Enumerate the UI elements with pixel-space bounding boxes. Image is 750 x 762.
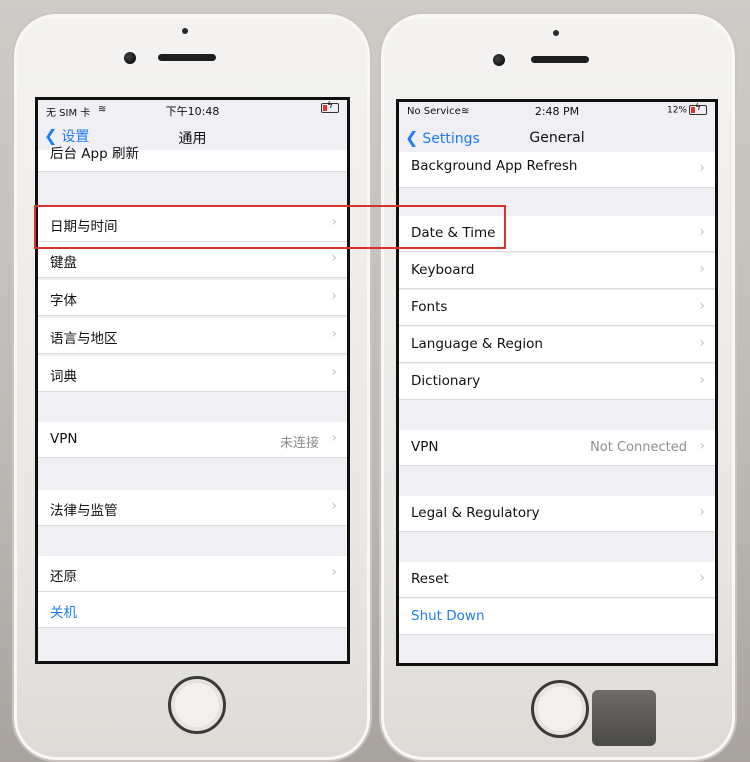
home-button[interactable] <box>531 680 589 738</box>
chevron-right-icon: › <box>331 564 337 580</box>
earpiece-speaker <box>531 56 589 63</box>
row-label: Language & Region <box>411 336 543 352</box>
list-item-dictionary[interactable]: Dictionary › <box>399 364 715 400</box>
row-label: VPN <box>50 431 78 447</box>
chevron-right-icon: › <box>331 250 337 266</box>
list-item-shutdown[interactable]: 关机 <box>38 592 347 628</box>
status-time: 下午10:48 <box>165 105 220 118</box>
left-screen: 无 SIM 卡 ≋ 下午10:48 ϟ ❮ 设置 通用 后台 App 刷新 日期与… <box>35 97 350 664</box>
battery-icon: ϟ <box>319 101 339 114</box>
chevron-right-icon: › <box>331 326 337 342</box>
front-camera <box>124 52 136 64</box>
chevron-right-icon: › <box>699 335 705 351</box>
row-label: 字体 <box>50 293 77 309</box>
row-label: VPN <box>411 439 439 455</box>
list-item-legal[interactable]: Legal & Regulatory › <box>399 496 715 532</box>
battery-status: 12% ϟ <box>666 103 707 116</box>
chevron-right-icon: › <box>699 570 705 586</box>
list-item-dictionary[interactable]: 词典 › <box>38 356 347 392</box>
list-item-language-region[interactable]: 语言与地区 › <box>38 318 347 354</box>
row-label: Background App Refresh <box>411 158 578 174</box>
row-label: Dictionary <box>411 373 481 389</box>
row-label: 法律与监管 <box>50 503 118 519</box>
page-title: General <box>529 130 585 146</box>
list-item-language-region[interactable]: Language & Region › <box>399 327 715 363</box>
list-item-reset[interactable]: 还原 › <box>38 556 347 592</box>
list-item-fonts[interactable]: 字体 › <box>38 280 347 316</box>
proximity-sensor <box>182 28 188 34</box>
chevron-right-icon: › <box>699 261 705 277</box>
chevron-right-icon: › <box>331 288 337 304</box>
chevron-right-icon: › <box>331 498 337 514</box>
row-label: Legal & Regulatory <box>411 505 540 521</box>
list-item-fonts[interactable]: Fonts › <box>399 290 715 326</box>
row-label: Keyboard <box>411 262 475 278</box>
row-label: 还原 <box>50 569 77 585</box>
list-item-vpn[interactable]: VPN Not Connected › <box>399 430 715 466</box>
earpiece-speaker <box>158 54 216 61</box>
row-label: 关机 <box>50 605 77 621</box>
right-screen: No Service ≋ 2:48 PM 12% ϟ ❮ Settings Gene… <box>396 99 718 666</box>
phone-stand <box>592 690 656 746</box>
list-item-background-refresh[interactable]: Background App Refresh › <box>399 152 715 188</box>
list-item-reset[interactable]: Reset › <box>399 562 715 598</box>
battery-icon: ϟ <box>689 103 707 115</box>
row-label: Fonts <box>411 299 448 315</box>
chevron-right-icon: › <box>699 298 705 314</box>
home-button[interactable] <box>168 676 226 734</box>
battery-percent: 12% <box>666 105 687 116</box>
nav-bar: ❮ Settings General <box>399 124 715 154</box>
highlight-annotation <box>34 205 506 249</box>
row-label: Reset <box>411 571 449 587</box>
list-item-keyboard[interactable]: Keyboard › <box>399 253 715 289</box>
chevron-right-icon: › <box>699 372 705 388</box>
row-label: 语言与地区 <box>50 331 118 347</box>
vpn-status: Not Connected <box>590 440 687 455</box>
chevron-right-icon: › <box>699 504 705 520</box>
row-label: 词典 <box>50 369 77 385</box>
row-label: 键盘 <box>50 255 77 271</box>
proximity-sensor <box>553 30 559 36</box>
status-bar: 无 SIM 卡 ≋ 下午10:48 ϟ <box>38 100 347 119</box>
chevron-right-icon: › <box>699 224 705 240</box>
chevron-right-icon: › <box>699 438 705 454</box>
list-item-background-refresh[interactable]: 后台 App 刷新 <box>38 146 347 172</box>
vpn-status: 未连接 <box>279 436 319 451</box>
row-label: Shut Down <box>411 608 485 624</box>
status-bar: No Service ≋ 2:48 PM 12% ϟ <box>399 102 715 120</box>
list-item-vpn[interactable]: VPN 未连接 › <box>38 422 347 458</box>
chevron-right-icon: › <box>331 364 337 380</box>
chevron-right-icon: › <box>699 160 705 176</box>
chevron-right-icon: › <box>331 430 337 446</box>
list-item-shutdown[interactable]: Shut Down <box>399 599 715 635</box>
list-item-legal[interactable]: 法律与监管 › <box>38 490 347 526</box>
row-label: 后台 App 刷新 <box>50 146 139 162</box>
front-camera <box>493 54 505 66</box>
